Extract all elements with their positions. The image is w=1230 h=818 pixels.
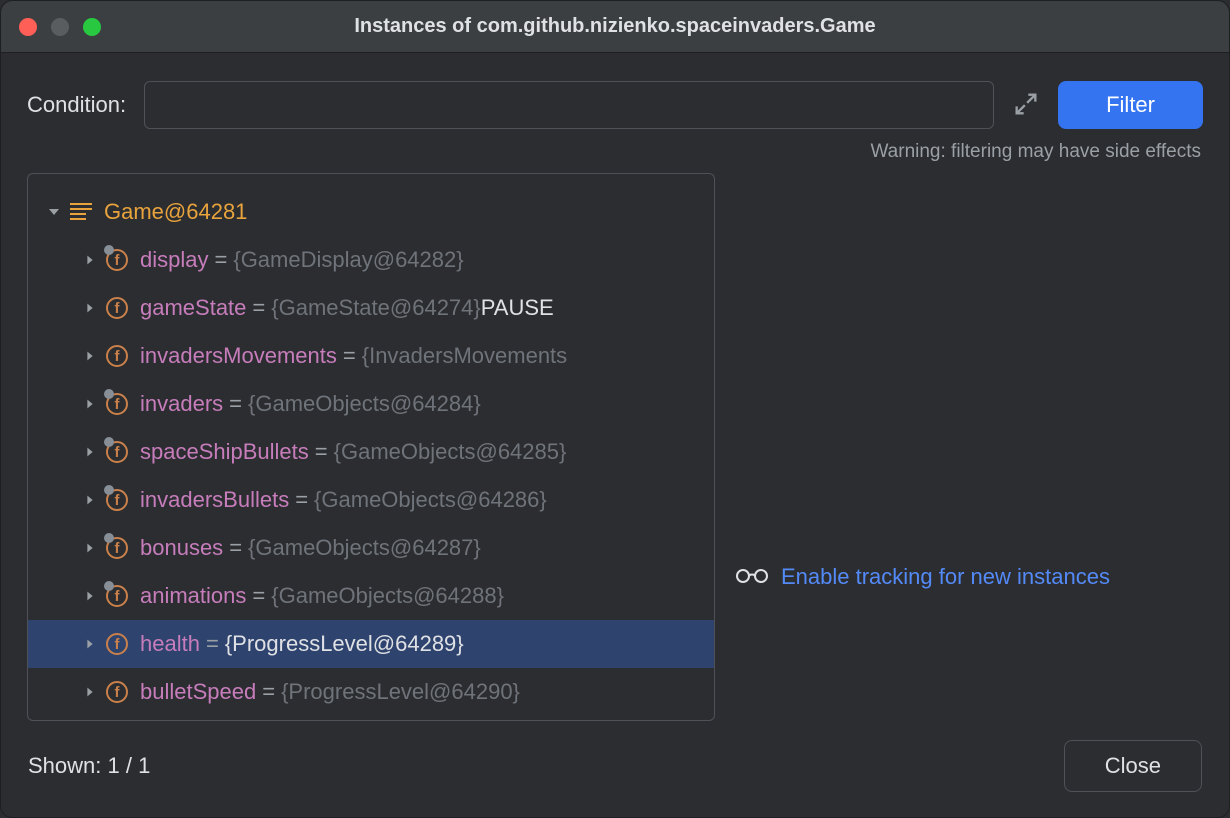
field-name: invadersBullets bbox=[140, 487, 289, 513]
filter-warning: Warning: filtering may have side effects bbox=[1, 137, 1229, 173]
enable-tracking-link[interactable]: Enable tracking for new instances bbox=[781, 564, 1110, 590]
field-value: {GameObjects@64288} bbox=[271, 583, 504, 609]
chevron-right-icon[interactable] bbox=[80, 541, 100, 555]
titlebar: Instances of com.github.nizienko.spacein… bbox=[1, 1, 1229, 53]
field-icon: f bbox=[106, 441, 128, 463]
field-icon: f bbox=[106, 489, 128, 511]
chevron-right-icon[interactable] bbox=[80, 397, 100, 411]
field-name: gameState bbox=[140, 295, 246, 321]
close-window-icon[interactable] bbox=[19, 18, 37, 36]
field-value: {GameDisplay@64282} bbox=[233, 247, 463, 273]
chevron-right-icon[interactable] bbox=[80, 253, 100, 267]
field-value: {ProgressLevel@64290} bbox=[281, 679, 520, 705]
field-value: {GameObjects@64284} bbox=[248, 391, 481, 417]
field-icon: f bbox=[106, 681, 128, 703]
tree-field-row[interactable]: finvadersBullets = {GameObjects@64286} bbox=[28, 476, 714, 524]
field-name: invaders bbox=[140, 391, 223, 417]
filter-button[interactable]: Filter bbox=[1058, 81, 1203, 129]
field-name: bulletSpeed bbox=[140, 679, 256, 705]
field-name: display bbox=[140, 247, 208, 273]
field-name: spaceShipBullets bbox=[140, 439, 309, 465]
tree-field-row[interactable]: fhealth = {ProgressLevel@64289} bbox=[28, 620, 714, 668]
tree-root[interactable]: Game@64281 bbox=[28, 188, 714, 236]
field-value: {GameObjects@64287} bbox=[248, 535, 481, 561]
chevron-right-icon[interactable] bbox=[80, 349, 100, 363]
maximize-window-icon[interactable] bbox=[83, 18, 101, 36]
condition-label: Condition: bbox=[27, 92, 126, 118]
footer: Shown: 1 / 1 Close bbox=[0, 722, 1230, 818]
expand-icon[interactable] bbox=[1012, 90, 1040, 121]
root-label: Game@64281 bbox=[104, 199, 247, 225]
field-icon: f bbox=[106, 297, 128, 319]
chevron-right-icon[interactable] bbox=[80, 685, 100, 699]
field-value: {GameState@64274} bbox=[271, 295, 480, 321]
chevron-right-icon[interactable] bbox=[80, 637, 100, 651]
field-name: bonuses bbox=[140, 535, 223, 561]
field-value: {InvadersMovements bbox=[362, 343, 567, 369]
field-value: {GameObjects@64286} bbox=[314, 487, 547, 513]
chevron-right-icon[interactable] bbox=[80, 589, 100, 603]
field-name: health bbox=[140, 631, 200, 657]
field-name: invadersMovements bbox=[140, 343, 337, 369]
tree-field-row[interactable]: fbulletSpeed = {ProgressLevel@64290} bbox=[28, 668, 714, 716]
minimize-window-icon[interactable] bbox=[51, 18, 69, 36]
field-icon: f bbox=[106, 633, 128, 655]
tree-field-row[interactable]: fspaceShipBullets = {GameObjects@64285} bbox=[28, 428, 714, 476]
tree-field-row[interactable]: finvaders = {GameObjects@64284} bbox=[28, 380, 714, 428]
chevron-right-icon[interactable] bbox=[80, 445, 100, 459]
tree-field-row[interactable]: fgameState = {GameState@64274} PAUSE bbox=[28, 284, 714, 332]
field-icon: f bbox=[106, 345, 128, 367]
tree-field-row[interactable]: fbonuses = {GameObjects@64287} bbox=[28, 524, 714, 572]
instances-tree[interactable]: Game@64281 fdisplay = {GameDisplay@64282… bbox=[27, 173, 715, 721]
field-extra: PAUSE bbox=[481, 295, 554, 321]
window-title: Instances of com.github.nizienko.spacein… bbox=[1, 15, 1229, 38]
class-icon bbox=[68, 201, 94, 223]
shown-count: Shown: 1 / 1 bbox=[28, 753, 150, 779]
field-value: {GameObjects@64285} bbox=[334, 439, 567, 465]
tree-field-row[interactable]: fanimations = {GameObjects@64288} bbox=[28, 572, 714, 620]
field-icon: f bbox=[106, 585, 128, 607]
field-value: {ProgressLevel@64289} bbox=[225, 631, 464, 657]
tree-field-row[interactable]: finvadersMovements = {InvadersMovements bbox=[28, 332, 714, 380]
chevron-down-icon[interactable] bbox=[44, 204, 64, 220]
tracking-row: Enable tracking for new instances bbox=[735, 173, 1203, 721]
tree-field-row[interactable]: fdisplay = {GameDisplay@64282} bbox=[28, 236, 714, 284]
field-icon: f bbox=[106, 249, 128, 271]
field-icon: f bbox=[106, 537, 128, 559]
window-controls bbox=[19, 18, 101, 36]
condition-row: Condition: Filter bbox=[1, 53, 1229, 137]
glasses-icon bbox=[735, 564, 769, 590]
condition-input[interactable] bbox=[144, 81, 994, 129]
close-button[interactable]: Close bbox=[1064, 740, 1202, 792]
chevron-right-icon[interactable] bbox=[80, 301, 100, 315]
field-name: animations bbox=[140, 583, 246, 609]
field-icon: f bbox=[106, 393, 128, 415]
chevron-right-icon[interactable] bbox=[80, 493, 100, 507]
